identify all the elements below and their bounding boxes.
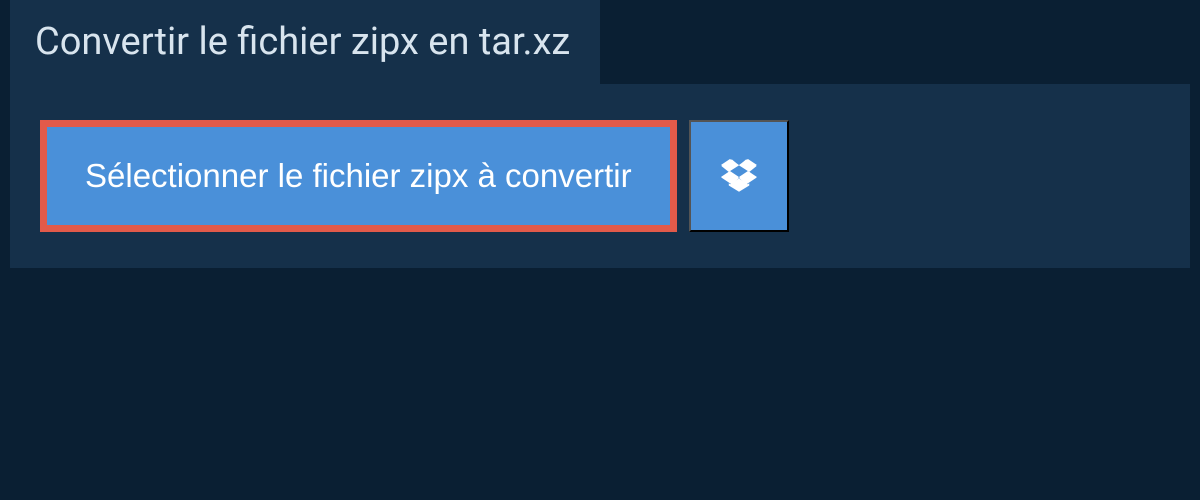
dropbox-icon xyxy=(719,156,759,196)
dropbox-button[interactable] xyxy=(689,120,789,232)
page-title: Convertir le fichier zipx en tar.xz xyxy=(35,20,570,64)
button-row: Sélectionner le fichier zipx à convertir xyxy=(40,120,1160,232)
header-tab: Convertir le fichier zipx en tar.xz xyxy=(10,0,600,84)
select-file-label: Sélectionner le fichier zipx à convertir xyxy=(85,157,632,195)
upload-panel: Sélectionner le fichier zipx à convertir xyxy=(10,84,1190,268)
select-file-button[interactable]: Sélectionner le fichier zipx à convertir xyxy=(40,120,677,232)
